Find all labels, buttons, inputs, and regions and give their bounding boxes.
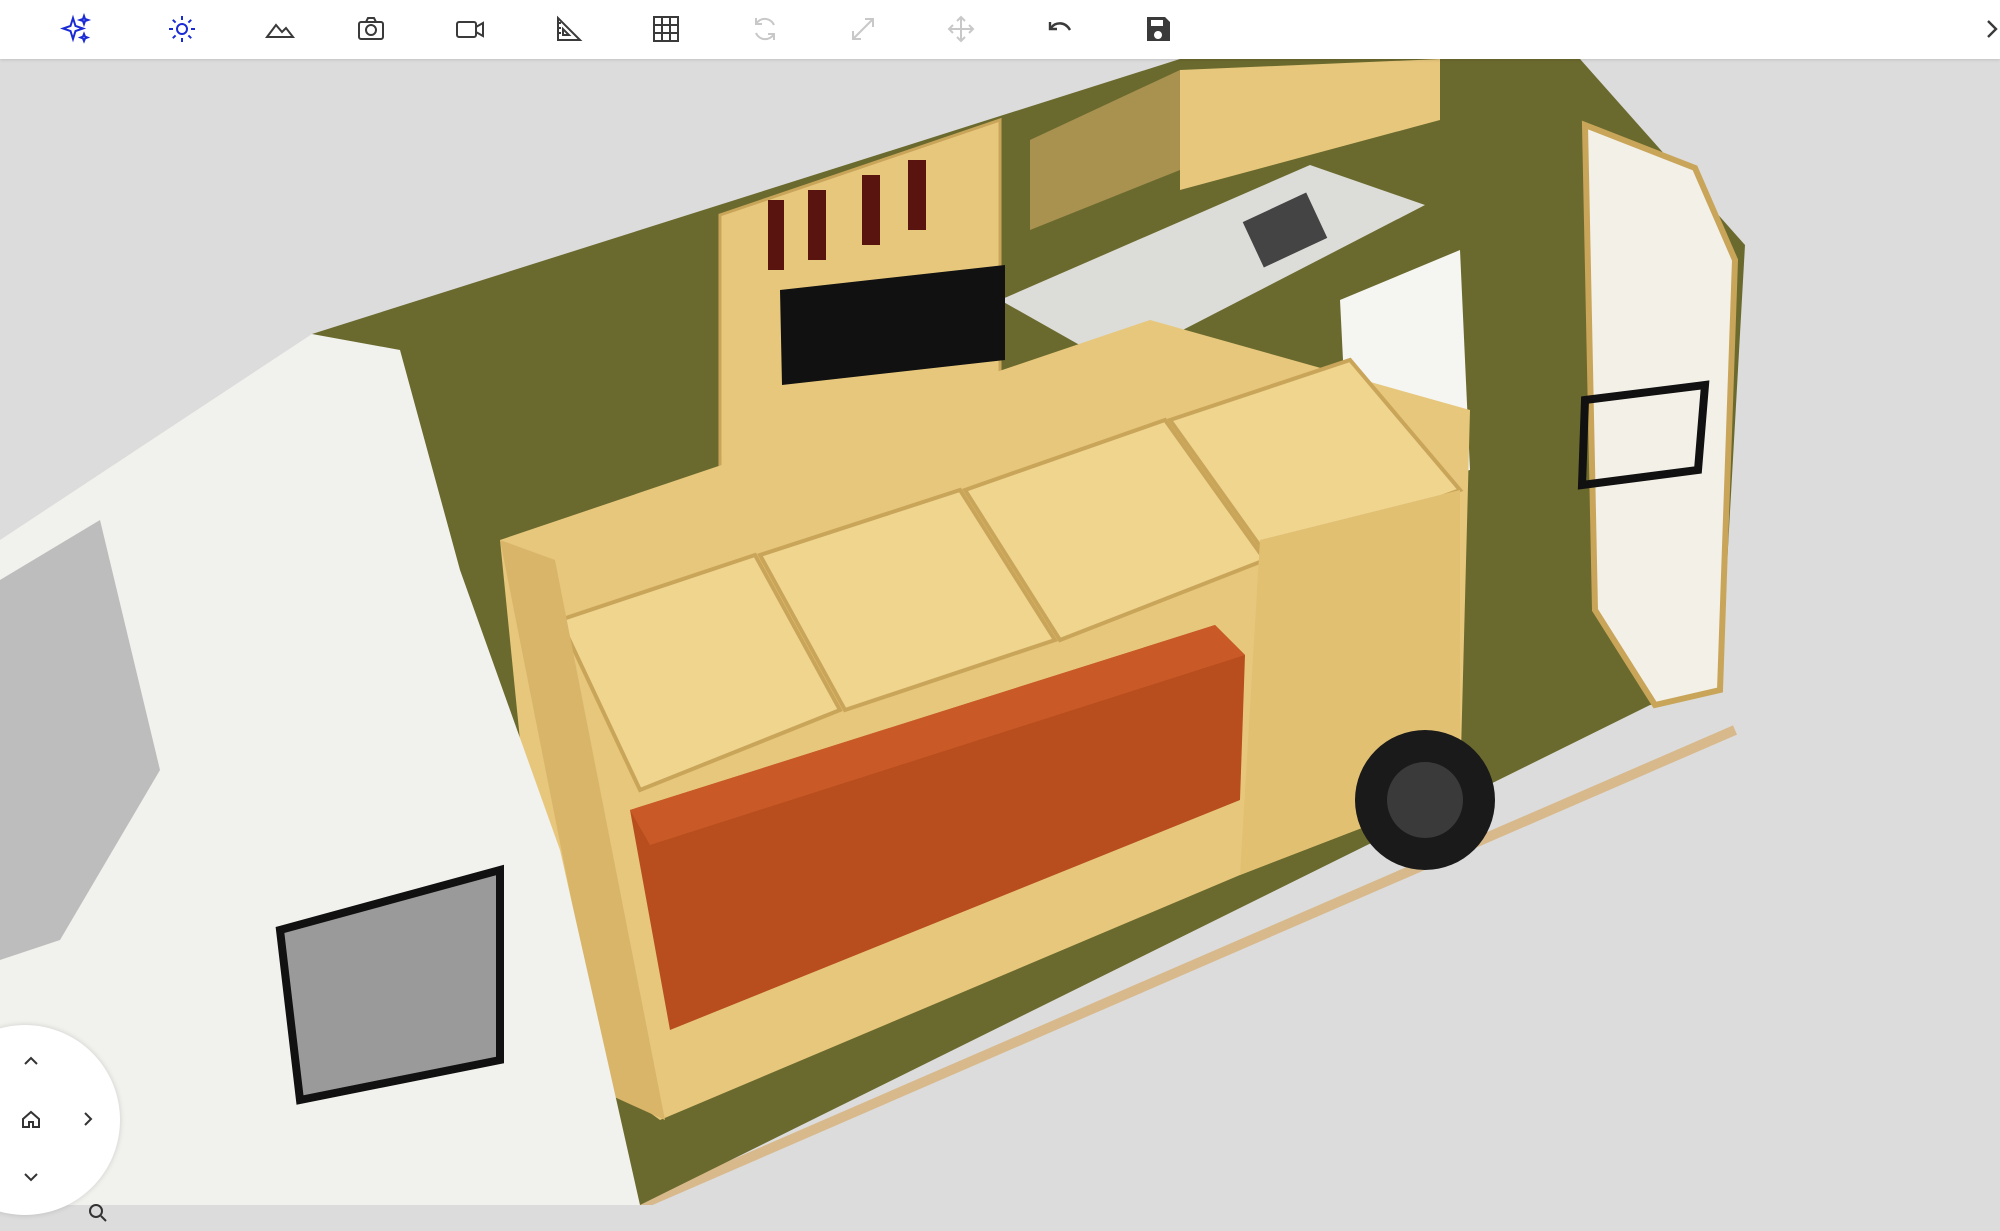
wine-bottle-4 <box>908 160 926 230</box>
chevron-right-icon[interactable] <box>70 1101 106 1137</box>
move-icon[interactable] <box>937 6 985 52</box>
chevron-right-icon[interactable] <box>1968 6 2000 52</box>
rotate-icon[interactable] <box>741 6 789 52</box>
rear-door-panel <box>1581 120 1739 709</box>
chevron-down-icon[interactable] <box>13 1159 49 1195</box>
wine-bottle-2 <box>808 190 826 260</box>
floppy-disk-icon[interactable] <box>1134 6 1182 52</box>
3d-viewport[interactable] <box>0 59 2000 1205</box>
set-square-icon[interactable] <box>544 6 592 52</box>
sparkles-icon[interactable] <box>52 6 100 52</box>
wine-bottle-1 <box>768 200 784 270</box>
grid-icon[interactable] <box>642 6 690 52</box>
undo-icon[interactable] <box>1036 6 1084 52</box>
home-icon[interactable] <box>13 1101 49 1137</box>
top-toolbar <box>0 0 2000 59</box>
camera-icon[interactable] <box>347 6 395 52</box>
sun-icon[interactable] <box>158 6 206 52</box>
zoom-icon[interactable] <box>80 1195 116 1231</box>
wheel-hub <box>1387 762 1463 838</box>
chevron-up-icon[interactable] <box>13 1043 49 1079</box>
wine-bottle-3 <box>862 175 880 245</box>
video-camera-icon[interactable] <box>446 6 494 52</box>
van-scene <box>0 59 1745 1205</box>
mountains-icon[interactable] <box>256 6 304 52</box>
resize-icon[interactable] <box>839 6 887 52</box>
